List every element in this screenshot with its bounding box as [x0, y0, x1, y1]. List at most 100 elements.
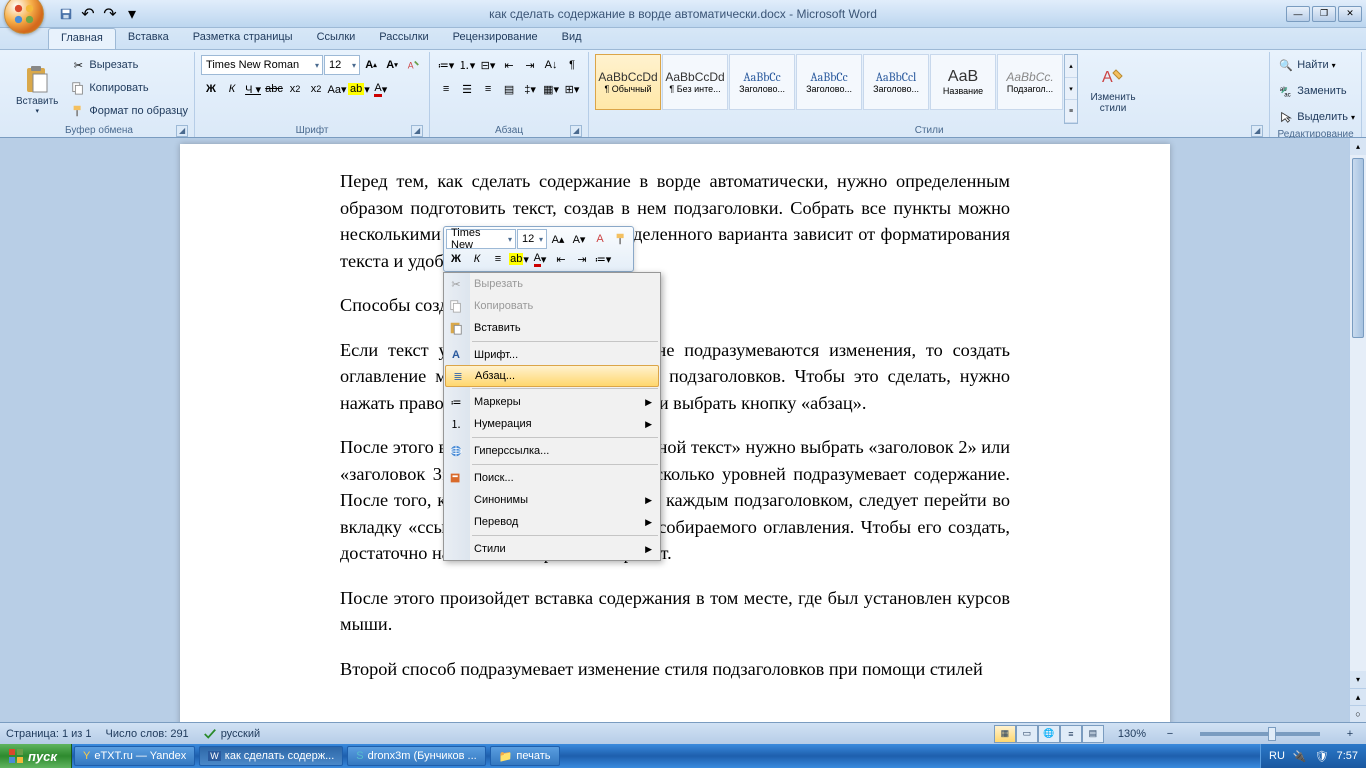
- cut-button[interactable]: ✂: [68, 55, 88, 75]
- mini-grow-font[interactable]: A▴: [548, 229, 568, 249]
- cm-numbering[interactable]: ⒈Нумерация▶: [444, 413, 660, 435]
- view-web[interactable]: 🌐: [1038, 725, 1060, 743]
- style-subtitle[interactable]: AaBbCc.Подзагол...: [997, 54, 1063, 110]
- mini-bullets[interactable]: ≔▾: [593, 249, 613, 269]
- qat-customize[interactable]: ▾: [122, 4, 142, 24]
- grow-font-button[interactable]: A▴: [361, 55, 381, 75]
- qat-save[interactable]: [56, 4, 76, 24]
- view-outline[interactable]: ≡: [1060, 725, 1082, 743]
- restore-button[interactable]: ❐: [1312, 6, 1336, 22]
- view-draft[interactable]: ▤: [1082, 725, 1104, 743]
- style-heading2[interactable]: AaBbCcЗаголово...: [796, 54, 862, 110]
- mini-italic[interactable]: К: [467, 249, 487, 269]
- taskbar-item[interactable]: Sdronx3m (Бунчиков ...: [347, 746, 485, 766]
- mini-highlight[interactable]: ab▾: [509, 249, 529, 269]
- mini-bold[interactable]: Ж: [446, 249, 466, 269]
- view-full-screen[interactable]: ▭: [1016, 725, 1038, 743]
- tab-references[interactable]: Ссылки: [305, 28, 368, 49]
- highlight-button[interactable]: ab▾: [348, 79, 370, 99]
- italic-button[interactable]: К: [222, 79, 242, 99]
- mini-font-name[interactable]: Times New: [446, 229, 516, 249]
- cm-paragraph[interactable]: ≣Абзац...: [445, 365, 659, 387]
- tab-review[interactable]: Рецензирование: [441, 28, 550, 49]
- bullets-button[interactable]: ≔▾: [436, 55, 456, 75]
- start-button[interactable]: пуск: [0, 744, 72, 768]
- status-language[interactable]: русский: [203, 727, 260, 741]
- shrink-font-button[interactable]: A▾: [382, 55, 402, 75]
- cm-copy[interactable]: Копировать: [444, 295, 660, 317]
- format-painter-button[interactable]: [68, 101, 88, 121]
- zoom-slider[interactable]: [1200, 732, 1320, 736]
- zoom-out-button[interactable]: −: [1160, 724, 1180, 744]
- browse-prev[interactable]: ▴: [1350, 688, 1366, 705]
- taskbar-item[interactable]: 📁печать: [490, 746, 560, 766]
- status-page[interactable]: Страница: 1 из 1: [6, 728, 92, 740]
- cm-lookup[interactable]: Поиск...: [444, 467, 660, 489]
- superscript-button[interactable]: x2: [306, 79, 326, 99]
- mini-shrink-font[interactable]: A▾: [569, 229, 589, 249]
- view-print-layout[interactable]: ▦: [994, 725, 1016, 743]
- cm-bullets[interactable]: ≔Маркеры▶: [444, 391, 660, 413]
- line-spacing-button[interactable]: ‡▾: [520, 79, 540, 99]
- clear-formatting-button[interactable]: A: [403, 55, 423, 75]
- justify-button[interactable]: ▤: [499, 79, 519, 99]
- style-heading3[interactable]: AaBbCclЗаголово...: [863, 54, 929, 110]
- show-marks-button[interactable]: ¶: [562, 55, 582, 75]
- mini-decrease-indent[interactable]: ⇤: [551, 249, 571, 269]
- zoom-slider-thumb[interactable]: [1268, 727, 1276, 741]
- change-styles-button[interactable]: A Изменить стили: [1082, 54, 1144, 124]
- paragraph-4[interactable]: После этого в открывшемся окне «основной…: [340, 434, 1010, 567]
- scroll-down-button[interactable]: ▾: [1350, 671, 1366, 688]
- find-button[interactable]: 🔍: [1276, 55, 1296, 75]
- minimize-button[interactable]: —: [1286, 6, 1310, 22]
- font-name-combo[interactable]: Times New Roman: [201, 55, 323, 75]
- strikethrough-button[interactable]: abc: [264, 79, 284, 99]
- style-heading1[interactable]: AaBbCcЗаголово...: [729, 54, 795, 110]
- sort-button[interactable]: A↓: [541, 55, 561, 75]
- scroll-thumb[interactable]: [1352, 158, 1364, 338]
- cm-translate[interactable]: Перевод▶: [444, 511, 660, 533]
- tray-network-icon[interactable]: 🔌: [1293, 750, 1307, 763]
- change-case-button[interactable]: Aa▾: [327, 79, 347, 99]
- tray-clock[interactable]: 7:57: [1337, 750, 1358, 762]
- close-button[interactable]: ✕: [1338, 6, 1362, 22]
- cm-styles[interactable]: Стили▶: [444, 538, 660, 560]
- cm-synonyms[interactable]: Синонимы▶: [444, 489, 660, 511]
- select-button[interactable]: [1276, 107, 1296, 127]
- gallery-more[interactable]: ≡: [1065, 100, 1077, 123]
- underline-button[interactable]: Ч ▾: [243, 79, 263, 99]
- style-no-spacing[interactable]: AaBbCcDd¶ Без инте...: [662, 54, 728, 110]
- cm-font[interactable]: AШрифт...: [444, 344, 660, 366]
- align-left-button[interactable]: ≡: [436, 79, 456, 99]
- paragraph-2[interactable]: Способы создания содержания: [340, 292, 1010, 319]
- tab-page-layout[interactable]: Разметка страницы: [181, 28, 305, 49]
- cm-cut[interactable]: ✂Вырезать: [444, 273, 660, 295]
- font-color-button[interactable]: A▾: [371, 79, 391, 99]
- align-right-button[interactable]: ≡: [478, 79, 498, 99]
- status-words[interactable]: Число слов: 291: [106, 728, 189, 740]
- tray-lang[interactable]: RU: [1269, 750, 1285, 762]
- tab-home[interactable]: Главная: [48, 28, 116, 49]
- cm-hyperlink[interactable]: Гиперссылка...: [444, 440, 660, 462]
- font-dialog-launcher[interactable]: ◢: [411, 125, 423, 137]
- paragraph-3[interactable]: Если текст уже набран полностью и не под…: [340, 337, 1010, 417]
- tab-view[interactable]: Вид: [550, 28, 594, 49]
- document-page[interactable]: Перед тем, как сделать содержание в ворд…: [180, 144, 1170, 722]
- paragraph-dialog-launcher[interactable]: ◢: [570, 125, 582, 137]
- bold-button[interactable]: Ж: [201, 79, 221, 99]
- zoom-level[interactable]: 130%: [1118, 728, 1146, 740]
- multilevel-button[interactable]: ⊟▾: [478, 55, 498, 75]
- subscript-button[interactable]: x2: [285, 79, 305, 99]
- gallery-up[interactable]: ▴: [1065, 55, 1077, 78]
- copy-button[interactable]: [68, 78, 88, 98]
- mini-format-painter[interactable]: [611, 229, 631, 249]
- clipboard-dialog-launcher[interactable]: ◢: [176, 125, 188, 137]
- taskbar-item[interactable]: YeTXT.ru — Yandex: [74, 746, 195, 766]
- paste-button[interactable]: Вставить ▾: [10, 54, 64, 124]
- paragraph-6[interactable]: Второй способ подразумевает изменение ст…: [340, 656, 1010, 683]
- qat-redo[interactable]: ↷: [100, 4, 120, 24]
- mini-styles[interactable]: A: [590, 229, 610, 249]
- paragraph-1[interactable]: Перед тем, как сделать содержание в ворд…: [340, 168, 1010, 274]
- font-size-combo[interactable]: 12: [324, 55, 360, 75]
- vertical-scrollbar[interactable]: ▴ ▾ ▴ ○: [1349, 138, 1366, 722]
